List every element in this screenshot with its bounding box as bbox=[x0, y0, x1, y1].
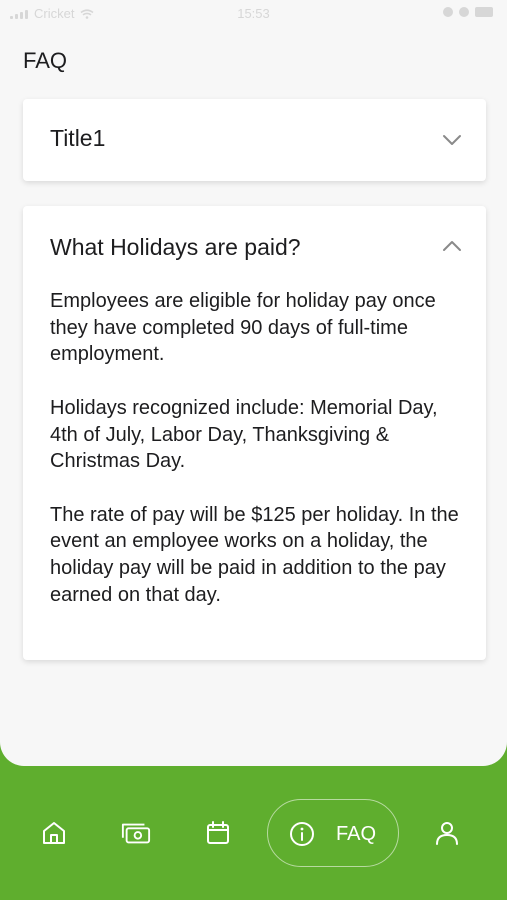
screen-content: Cricket 15:53 FAQ Title1 What Holidays a… bbox=[0, 0, 507, 766]
faq-item-collapsed[interactable]: Title1 bbox=[23, 99, 486, 181]
faq-item-title: What Holidays are paid? bbox=[50, 234, 301, 260]
info-icon bbox=[290, 822, 314, 846]
faq-answer: Employees are eligible for holiday pay o… bbox=[50, 288, 465, 608]
chevron-down-icon[interactable] bbox=[442, 134, 462, 146]
alarm-icon bbox=[443, 7, 453, 17]
status-time: 15:53 bbox=[237, 6, 270, 21]
nav-faq[interactable]: FAQ bbox=[267, 799, 399, 867]
calendar-icon bbox=[207, 821, 229, 844]
money-icon bbox=[121, 823, 151, 844]
faq-answer-paragraph: Employees are eligible for holiday pay o… bbox=[50, 290, 436, 366]
faq-item-title: Title1 bbox=[50, 125, 106, 151]
status-bar: Cricket 15:53 bbox=[0, 0, 507, 28]
nav-faq-content: FAQ bbox=[288, 820, 376, 848]
home-icon bbox=[43, 822, 65, 844]
nav-home[interactable] bbox=[39, 818, 69, 848]
faq-answer-paragraph: The rate of pay will be $125 per holiday… bbox=[50, 503, 459, 606]
page-title: FAQ bbox=[23, 48, 68, 73]
battery-icon bbox=[475, 7, 493, 17]
nav-pay[interactable] bbox=[121, 818, 151, 848]
nav-faq-label: FAQ bbox=[336, 822, 377, 845]
user-icon bbox=[436, 822, 458, 845]
bottom-nav bbox=[0, 766, 507, 900]
faq-item-expanded[interactable]: What Holidays are paid? Employees are el… bbox=[23, 206, 486, 660]
chevron-up-icon[interactable] bbox=[442, 240, 462, 252]
orientation-lock-icon bbox=[459, 7, 469, 17]
nav-calendar[interactable] bbox=[203, 818, 233, 848]
nav-profile[interactable] bbox=[432, 818, 462, 848]
status-right bbox=[443, 7, 493, 17]
faq-answer-paragraph: Holidays recognized include: Memorial Da… bbox=[50, 396, 438, 473]
